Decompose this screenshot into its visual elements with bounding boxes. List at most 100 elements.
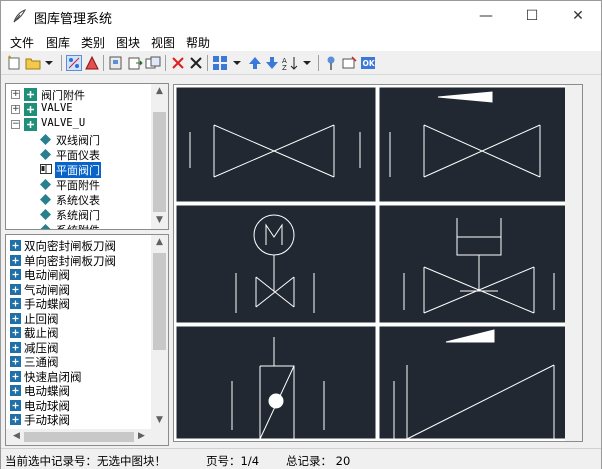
delete-red-icon[interactable] xyxy=(170,55,186,71)
tree-child-item[interactable]: 系统阀门 xyxy=(40,207,155,222)
tree-child-label: 系统仪表 xyxy=(56,194,100,207)
category-diamond-icon xyxy=(40,224,51,229)
tree-child-item-selected[interactable]: 平面阀门 xyxy=(40,162,155,178)
minimize-button[interactable]: — xyxy=(463,1,509,31)
help-pin-icon[interactable] xyxy=(323,55,339,71)
scroll-thumb[interactable] xyxy=(153,253,166,350)
menu-block[interactable]: 图块 xyxy=(116,34,140,51)
preview-grid xyxy=(175,86,581,440)
new-library-icon[interactable] xyxy=(6,55,22,71)
close-all-icon[interactable] xyxy=(188,55,204,71)
menu-library[interactable]: 图库 xyxy=(46,34,70,51)
tree-child-label: 平面附件 xyxy=(56,179,100,192)
tree-child-label: 平面阀门 xyxy=(55,162,101,178)
status-page: 页号：1/4 xyxy=(206,454,260,468)
tree-scrollbar[interactable]: ▲ ▼ xyxy=(151,84,168,229)
block-item-icon xyxy=(10,356,21,367)
list-horizontal-scrollbar[interactable]: ◀ ▶ xyxy=(6,429,168,445)
block-preview-canvas xyxy=(173,84,583,442)
block-item-icon xyxy=(10,414,21,425)
category-diamond-icon xyxy=(40,209,51,220)
menu-category[interactable]: 类别 xyxy=(81,34,105,51)
app-feather-icon xyxy=(13,9,27,23)
open-folder-icon[interactable] xyxy=(25,55,41,71)
export-block-icon[interactable] xyxy=(127,55,143,71)
block-cell-gate-valve[interactable] xyxy=(175,86,377,203)
preview-scrollbar[interactable] xyxy=(565,85,582,441)
dropdown-arrow-icon[interactable] xyxy=(299,55,315,71)
block-item-icon xyxy=(10,341,21,353)
scroll-thumb[interactable] xyxy=(153,112,166,212)
status-total: 总记录： 20 xyxy=(286,454,351,468)
scroll-down-arrow-icon[interactable]: ▼ xyxy=(151,415,168,425)
library-icon xyxy=(24,103,37,116)
tree-node-label: VALVE xyxy=(41,102,73,114)
block-list-panel: 双向密封闸板刀阀 单向密封闸板刀阀 电动闸阀 气动闸阀 手动蝶阀 止回阀 截止阀 减压阀 三通阀… xyxy=(5,234,169,446)
scroll-thumb[interactable] xyxy=(24,432,134,442)
block-list-label: 手动球阀 xyxy=(24,413,70,427)
status-bar: 当前选中记录号：无选中图块！ 页号：1/4 总记录： 20 xyxy=(1,448,601,469)
collapse-icon[interactable]: − xyxy=(11,120,20,129)
toolbar-separator xyxy=(165,55,166,71)
tree-child-item[interactable]: 双线阀门 xyxy=(40,132,155,147)
block-cell-slide-valve[interactable] xyxy=(378,325,581,440)
select-blocks-icon[interactable] xyxy=(66,55,82,71)
dropdown-arrow-icon[interactable] xyxy=(41,55,57,71)
window-title: 图库管理系统 xyxy=(34,12,113,27)
menu-help[interactable]: 帮助 xyxy=(186,34,210,51)
insert-block-icon[interactable] xyxy=(108,55,124,71)
tree-child-label: 平面仪表 xyxy=(56,149,100,162)
tree-node-valve-accessories[interactable]: + 阀门附件 xyxy=(10,87,155,102)
svg-text:Z: Z xyxy=(282,64,287,71)
scroll-down-arrow-icon[interactable]: ▼ xyxy=(151,215,168,225)
scroll-right-arrow-icon[interactable]: ▶ xyxy=(133,431,150,441)
maximize-button[interactable]: ☐ xyxy=(509,1,555,31)
scroll-left-arrow-icon[interactable]: ◀ xyxy=(8,431,25,441)
menu-view[interactable]: 视图 xyxy=(151,34,175,51)
tree-child-label: 系统附件 xyxy=(56,222,100,229)
scroll-up-arrow-icon[interactable]: ▲ xyxy=(151,86,168,96)
block-cell-motor-valve[interactable] xyxy=(175,204,377,324)
block-item-icon xyxy=(10,254,21,266)
tree-node-valve[interactable]: + VALVE xyxy=(10,102,155,117)
tree-child-item[interactable]: 平面仪表 xyxy=(40,147,155,162)
properties-icon[interactable] xyxy=(145,55,161,71)
tree-child-label: 系统阀门 xyxy=(56,209,100,222)
category-tree-panel: + 阀门附件 + VALVE − VALVE_U 双线阀门 平面仪表 平面阀门 xyxy=(5,83,169,230)
menu-file[interactable]: 文件 xyxy=(10,34,34,51)
scroll-up-arrow-icon[interactable]: ▲ xyxy=(151,237,168,247)
block-cell-wedge-valve[interactable] xyxy=(378,86,581,203)
grid-view-icon[interactable] xyxy=(212,55,228,71)
block-cell-check-valve[interactable] xyxy=(175,325,377,440)
tree-child-item[interactable]: 系统仪表 xyxy=(40,192,155,207)
expand-icon[interactable]: + xyxy=(11,90,20,99)
close-button[interactable]: ✕ xyxy=(555,1,601,31)
block-item-icon xyxy=(10,385,21,396)
expand-icon[interactable]: + xyxy=(11,105,20,114)
toolbar: AZ OK xyxy=(1,51,601,75)
ok-icon[interactable]: OK xyxy=(360,55,376,71)
toolbar-separator xyxy=(61,55,62,71)
library-icon xyxy=(24,118,37,131)
delete-blocks-icon[interactable] xyxy=(84,55,100,71)
title-bar: 图库管理系统 — ☐ ✕ xyxy=(1,1,601,31)
category-diamond-icon xyxy=(40,179,51,190)
tree-child-item[interactable]: 系统附件 xyxy=(40,222,155,229)
tree-node-valve-u[interactable]: − VALVE_U xyxy=(10,117,155,132)
block-item-icon xyxy=(10,269,21,280)
block-item-icon xyxy=(10,312,21,324)
category-diamond-icon xyxy=(40,134,51,145)
block-item-icon xyxy=(10,370,21,382)
block-item-icon xyxy=(10,298,21,309)
print-preview-icon[interactable] xyxy=(341,55,357,71)
dropdown-arrow-icon[interactable] xyxy=(229,55,245,71)
block-item-icon xyxy=(10,399,21,411)
move-up-icon[interactable] xyxy=(247,55,263,71)
menu-bar: 文件 图库 类别 图块 视图 帮助 xyxy=(1,31,601,51)
move-down-icon[interactable] xyxy=(264,55,280,71)
sort-icon[interactable]: AZ xyxy=(282,55,298,71)
tree-child-item[interactable]: 平面附件 xyxy=(40,177,155,192)
library-icon xyxy=(24,88,37,101)
list-vertical-scrollbar[interactable]: ▲ ▼ xyxy=(151,235,168,429)
app-window: 图库管理系统 — ☐ ✕ 文件 图库 类别 图块 视图 帮助 AZ OK + 阀… xyxy=(0,0,602,469)
